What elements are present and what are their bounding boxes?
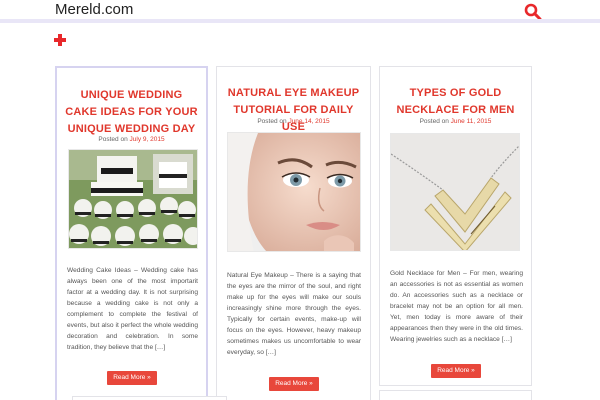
header-divider xyxy=(0,19,600,23)
post-excerpt: Natural Eye Makeup – There is a saying t… xyxy=(227,272,361,356)
posted-on-label: Posted on xyxy=(257,118,287,125)
read-more-button[interactable]: Read More » xyxy=(431,364,481,378)
post-title[interactable]: Natural Eye Makeup Tutorial For Daily Us… xyxy=(223,85,364,136)
read-more-button[interactable]: Read More » xyxy=(107,371,157,385)
post-thumbnail[interactable] xyxy=(68,149,198,249)
post-date[interactable]: July 9, 2015 xyxy=(130,136,165,143)
post-meta: Posted on June 14, 2015 xyxy=(217,118,370,125)
post-card: Natural Eye Makeup Tutorial For Daily Us… xyxy=(216,66,371,400)
post-date[interactable]: June 14, 2015 xyxy=(288,118,329,125)
posted-on-label: Posted on xyxy=(98,136,128,143)
post-card: Unique Wedding Cake Ideas For Your Uniqu… xyxy=(55,66,208,400)
posted-on-label: Posted on xyxy=(419,118,449,125)
menu-toggle-button[interactable] xyxy=(54,34,66,46)
gold-necklace-image xyxy=(391,134,519,250)
post-title[interactable]: Types Of Gold Necklace For Men xyxy=(386,85,525,119)
eye-makeup-image xyxy=(228,133,360,251)
post-thumbnail[interactable] xyxy=(390,133,520,251)
post-meta: Posted on July 9, 2015 xyxy=(57,136,206,143)
read-more-button[interactable]: Read More » xyxy=(269,377,319,391)
post-date[interactable]: June 11, 2015 xyxy=(451,118,492,125)
post-card: Types Of Gold Necklace For Men Posted on… xyxy=(379,66,532,386)
post-title[interactable]: Unique Wedding Cake Ideas For Your Uniqu… xyxy=(63,87,200,138)
post-card-stub xyxy=(72,396,227,400)
post-thumbnail[interactable] xyxy=(227,132,361,252)
post-excerpt: Wedding Cake Ideas – Wedding cake has al… xyxy=(67,267,198,351)
post-card-stub xyxy=(379,390,532,400)
post-excerpt: Gold Necklace for Men – For men, wearing… xyxy=(390,270,523,343)
post-meta: Posted on June 11, 2015 xyxy=(380,118,531,125)
site-title[interactable]: Mereld.com xyxy=(55,1,133,18)
wedding-cake-image xyxy=(69,150,197,248)
